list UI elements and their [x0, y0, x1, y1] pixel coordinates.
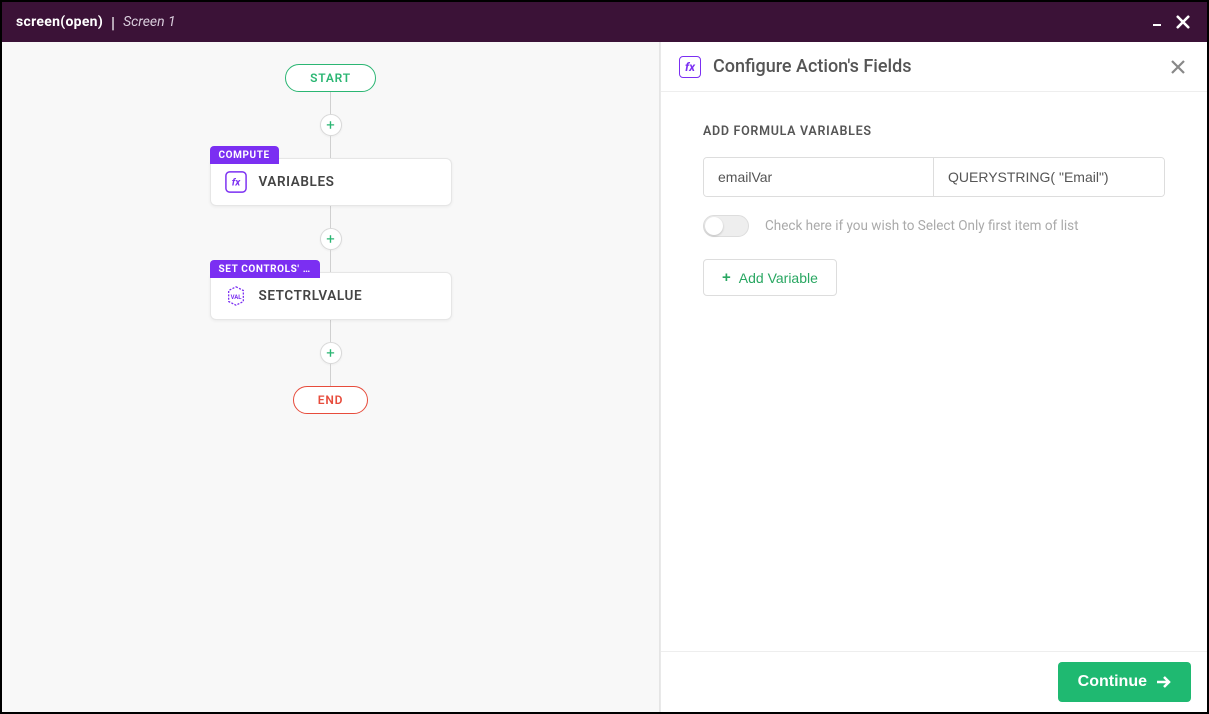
node-badge-compute: COMPUTE [210, 146, 279, 164]
start-node[interactable]: START [285, 64, 376, 92]
panel-title: Configure Action's Fields [713, 56, 1155, 77]
add-step-button[interactable]: + [320, 114, 342, 136]
minimize-button[interactable]: _ [1147, 8, 1167, 28]
svg-text:VAL: VAL [230, 294, 242, 301]
svg-text:fx: fx [231, 178, 240, 189]
section-label-add-formula-variables: ADD FORMULA VARIABLES [703, 124, 1165, 139]
variable-formula-input[interactable] [934, 158, 1164, 196]
close-icon [1176, 15, 1190, 29]
add-step-button[interactable]: + [320, 342, 342, 364]
arrow-right-icon [1155, 674, 1171, 690]
add-variable-button[interactable]: + Add Variable [703, 259, 837, 296]
flow-canvas[interactable]: START + COMPUTE fx VARIABLES + [2, 42, 660, 712]
variable-name-input[interactable] [704, 158, 934, 196]
add-step-button[interactable]: + [320, 228, 342, 250]
config-panel: fx Configure Action's Fields ADD FORMULA… [660, 42, 1207, 712]
close-window-button[interactable] [1173, 12, 1193, 32]
add-variable-label: Add Variable [739, 270, 818, 286]
node-set-ctrl-value[interactable]: VAL SETCTRLVALUE [210, 272, 452, 320]
title-event: screen(open) [16, 14, 103, 30]
fx-icon: fx [225, 171, 247, 193]
val-icon: VAL [225, 285, 247, 307]
node-label: VARIABLES [259, 174, 335, 190]
title-separator: | [111, 13, 115, 32]
node-badge-setcontrols: SET CONTROLS' VA... [210, 260, 320, 278]
continue-label: Continue [1078, 673, 1147, 691]
plus-icon: + [722, 269, 731, 286]
titlebar: screen(open) | Screen 1 _ [2, 2, 1207, 42]
continue-button[interactable]: Continue [1058, 662, 1191, 702]
node-compute-variables[interactable]: fx VARIABLES [210, 158, 452, 206]
panel-fx-icon: fx [679, 56, 701, 78]
variable-row [703, 157, 1165, 197]
title-screen-name: Screen 1 [123, 14, 176, 30]
toggle-label: Check here if you wish to Select Only fi… [765, 218, 1079, 234]
end-node[interactable]: END [293, 386, 368, 414]
panel-close-button[interactable] [1167, 56, 1189, 78]
select-only-first-toggle[interactable] [703, 215, 749, 237]
close-icon [1170, 59, 1186, 75]
node-label: SETCTRLVALUE [259, 288, 363, 304]
